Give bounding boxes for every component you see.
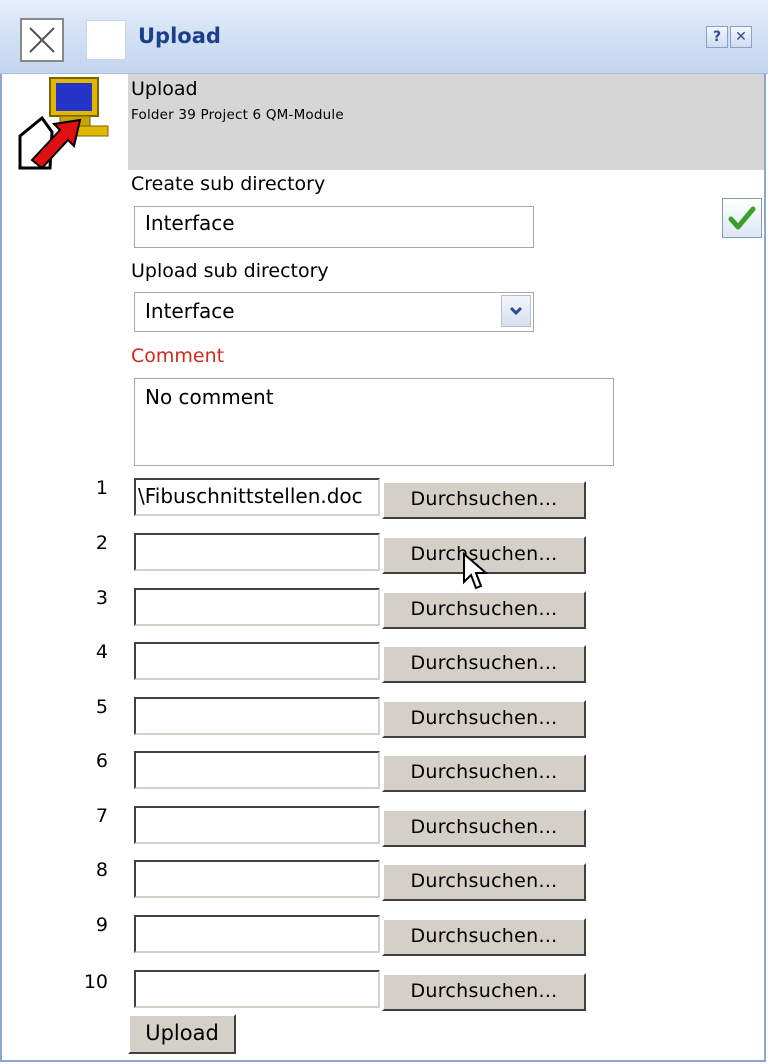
file-path-input[interactable] <box>134 860 380 898</box>
header-title: Upload <box>131 78 198 100</box>
upload-sub-directory-label: Upload sub directory <box>131 260 329 282</box>
upload-sub-directory-value: Interface <box>145 299 235 323</box>
create-sub-directory-label: Create sub directory <box>131 173 326 195</box>
file-path-input[interactable] <box>134 588 380 626</box>
file-row-number: 5 <box>95 696 108 718</box>
file-path-input[interactable] <box>134 915 380 953</box>
create-sub-directory-input[interactable]: Interface <box>134 206 534 248</box>
file-row-number: 1 <box>95 477 108 499</box>
file-path-input[interactable] <box>134 970 380 1008</box>
title-bar: Upload ? ✕ <box>0 0 768 74</box>
file-path-input[interactable] <box>134 751 380 789</box>
browse-button[interactable]: Durchsuchen... <box>382 481 586 519</box>
browse-button[interactable]: Durchsuchen... <box>382 809 586 847</box>
file-row-number: 7 <box>95 805 108 827</box>
checkmark-icon <box>728 206 756 230</box>
window-title: Upload <box>138 24 221 48</box>
browse-button[interactable]: Durchsuchen... <box>382 973 586 1011</box>
file-path-input[interactable] <box>134 642 380 680</box>
file-path-input[interactable]: \Fibuschnittstellen.doc <box>134 478 380 516</box>
comment-label: Comment <box>131 345 225 367</box>
computer-upload-icon <box>18 77 109 170</box>
file-row-number: 8 <box>95 859 108 881</box>
file-path-input[interactable] <box>134 533 380 571</box>
browse-button[interactable]: Durchsuchen... <box>382 918 586 956</box>
dropdown-button[interactable] <box>501 295 531 327</box>
upload-sub-directory-select[interactable]: Interface <box>134 292 534 332</box>
header-subtitle: Folder 39 Project 6 QM-Module <box>131 107 344 123</box>
upload-button[interactable]: Upload <box>128 1014 236 1054</box>
file-row-number: 4 <box>95 641 108 663</box>
file-row-number: 3 <box>95 587 108 609</box>
browse-button[interactable]: Durchsuchen... <box>382 863 586 901</box>
comment-textarea[interactable]: No comment <box>134 378 614 466</box>
chevron-down-icon <box>509 306 523 316</box>
window-close-button[interactable]: ✕ <box>730 26 752 48</box>
file-row-number: 6 <box>95 750 108 772</box>
browse-button[interactable]: Durchsuchen... <box>382 700 586 738</box>
browse-button[interactable]: Durchsuchen... <box>382 645 586 683</box>
browse-button[interactable]: Durchsuchen... <box>382 591 586 629</box>
browse-button[interactable]: Durchsuchen... <box>382 754 586 792</box>
close-icon[interactable] <box>20 18 64 62</box>
confirm-button[interactable] <box>722 198 762 238</box>
file-path-input[interactable] <box>134 697 380 735</box>
file-row-number: 2 <box>95 532 108 554</box>
file-row-number: 10 <box>83 971 108 993</box>
file-path-input[interactable] <box>134 806 380 844</box>
help-button[interactable]: ? <box>706 26 728 48</box>
mouse-pointer-icon <box>463 552 489 590</box>
blank-checkbox[interactable] <box>86 20 126 60</box>
file-row-number: 9 <box>95 914 108 936</box>
